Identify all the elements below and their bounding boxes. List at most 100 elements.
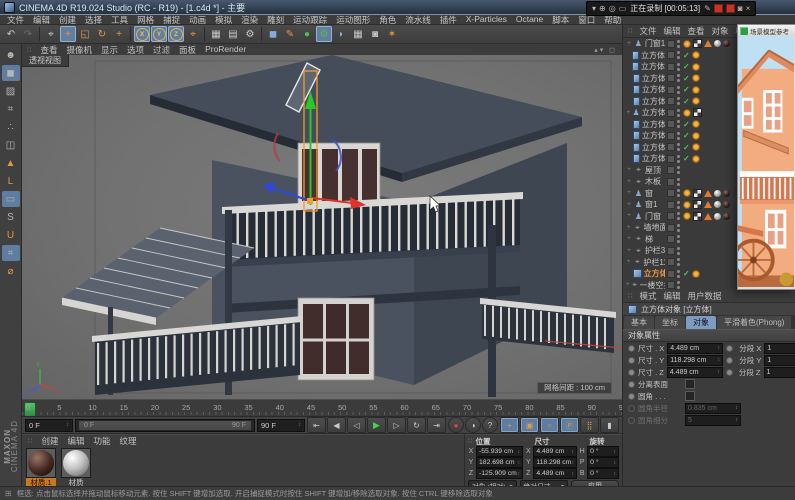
menu-item[interactable]: 创建: [59, 14, 76, 26]
redo-button[interactable]: ↷: [20, 26, 36, 42]
visibility-dots-icon[interactable]: [677, 224, 681, 232]
attribute-tab[interactable]: 对象: [686, 316, 716, 329]
enabled-check-icon[interactable]: ✓: [683, 97, 690, 106]
material-item[interactable]: 材质.1: [26, 448, 56, 487]
screenshot-icon[interactable]: ◙: [738, 4, 743, 13]
material-item[interactable]: 材质: [61, 448, 91, 487]
attribute-tab[interactable]: 坐标: [655, 316, 685, 329]
layer-swatch[interactable]: [667, 120, 675, 129]
keyframe-dot-icon[interactable]: [628, 380, 635, 388]
tag-dot-icon[interactable]: [683, 39, 691, 48]
pen-tool-icon[interactable]: ✎: [704, 4, 711, 13]
tag-matD-icon[interactable]: [723, 189, 730, 197]
expand-icon[interactable]: +: [626, 236, 632, 242]
tag-matL-icon[interactable]: [714, 189, 721, 197]
segments-z-field[interactable]: 1: [763, 366, 795, 378]
key-scale-toggle[interactable]: ▣: [520, 417, 539, 433]
attribute-tab[interactable]: 平滑着色(Phong): [717, 316, 792, 329]
menu-item[interactable]: 编辑: [663, 25, 680, 37]
visibility-dots-icon[interactable]: [677, 201, 681, 209]
enabled-check-icon[interactable]: ✓: [683, 74, 690, 83]
tag-matL-icon[interactable]: [714, 40, 721, 48]
tag-dot-icon[interactable]: [683, 200, 691, 209]
enabled-check-icon[interactable]: ✓: [683, 120, 690, 129]
object-name[interactable]: 立方体.9: [642, 73, 665, 84]
layer-swatch[interactable]: [667, 269, 675, 278]
menu-item[interactable]: 文件: [639, 25, 656, 37]
segments-y-field[interactable]: 1: [764, 354, 795, 366]
subdivision-surface-button[interactable]: ●: [299, 26, 315, 42]
key-pla-toggle[interactable]: ⣿: [580, 417, 599, 433]
attribute-tab[interactable]: 基本: [624, 316, 654, 329]
deformer-button[interactable]: ⚙: [316, 26, 332, 42]
lock-y-axis-button[interactable]: Y: [151, 26, 167, 42]
menu-item[interactable]: 渲染: [241, 14, 258, 26]
menu-item[interactable]: 雕刻: [267, 14, 284, 26]
expand-icon[interactable]: +: [626, 41, 632, 47]
menu-item[interactable]: ProRender: [205, 44, 246, 56]
menu-item[interactable]: 捕捉: [163, 14, 180, 26]
menu-item[interactable]: Octane: [516, 14, 543, 26]
light-button[interactable]: ✶: [384, 26, 400, 42]
object-name[interactable]: 屋顶: [645, 165, 661, 176]
loop-mode-button[interactable]: ↻: [407, 417, 426, 433]
menu-item[interactable]: 工具: [111, 14, 128, 26]
model-mode-button[interactable]: ◼: [1, 65, 20, 81]
move-tool[interactable]: +: [60, 26, 76, 42]
render-view-button[interactable]: ▦: [208, 26, 224, 42]
edges-mode-button[interactable]: ◫: [2, 137, 20, 153]
tag-dot-icon[interactable]: [691, 120, 700, 129]
camera-button[interactable]: ◙: [367, 26, 383, 42]
rotation-field[interactable]: 0 ° ↕: [587, 468, 619, 479]
viewport-solo-button[interactable]: ▭: [1, 191, 20, 207]
object-name[interactable]: 立方体.7: [642, 96, 665, 107]
position-field[interactable]: -55.939 cm ↕: [476, 446, 524, 457]
menu-item[interactable]: 文件: [7, 14, 24, 26]
tag-tri-icon[interactable]: [704, 40, 712, 48]
segments-x-field[interactable]: 1: [764, 342, 795, 354]
tag-uvw-icon[interactable]: [693, 200, 702, 210]
lock-x-axis-button[interactable]: X: [134, 26, 150, 42]
tag-dot-icon[interactable]: [683, 108, 691, 117]
keyframe-dot-icon[interactable]: [628, 344, 635, 352]
tag-uvw-icon[interactable]: [693, 188, 702, 198]
previous-frame-button[interactable]: ◁: [347, 417, 366, 433]
visibility-dots-icon[interactable]: [677, 178, 681, 186]
layer-swatch[interactable]: [667, 246, 675, 255]
reference-image-window[interactable]: 场景模型参考: [732, 24, 795, 290]
play-button[interactable]: ▶: [367, 417, 386, 433]
visibility-dots-icon[interactable]: [677, 40, 681, 48]
current-frame-field[interactable]: 0 F: [25, 418, 73, 432]
layer-swatch[interactable]: [667, 143, 675, 152]
autokey-bar[interactable]: ▮: [600, 417, 619, 433]
end-frame-field[interactable]: 90 F: [257, 418, 305, 432]
object-name[interactable]: 一楼空护栏: [640, 280, 665, 290]
menu-item[interactable]: 动画: [189, 14, 206, 26]
expand-icon[interactable]: +: [626, 110, 631, 116]
close-icon[interactable]: ×: [746, 4, 751, 13]
visibility-dots-icon[interactable]: [677, 166, 681, 174]
menu-item[interactable]: 过滤: [153, 44, 170, 56]
size-field[interactable]: 4.489 cm ↕: [533, 446, 578, 457]
live-selection-tool[interactable]: ⌖: [43, 26, 59, 42]
add-primitive-button[interactable]: ◼: [265, 26, 281, 42]
tag-matL-icon[interactable]: [714, 212, 721, 220]
layer-swatch[interactable]: [667, 281, 675, 290]
environment-button[interactable]: ◗: [333, 26, 349, 42]
tag-dot-icon[interactable]: [691, 51, 700, 60]
enabled-check-icon[interactable]: ✓: [683, 85, 690, 94]
visibility-dots-icon[interactable]: [677, 86, 681, 94]
expand-icon[interactable]: +: [626, 259, 631, 265]
lock-z-axis-button[interactable]: Z: [168, 26, 184, 42]
tag-uvw-icon[interactable]: [693, 108, 702, 118]
visibility-dots-icon[interactable]: [677, 189, 681, 197]
tag-tri-icon[interactable]: [704, 212, 712, 220]
size-x-field[interactable]: 4.489 cm: [667, 342, 724, 354]
tag-dot-icon[interactable]: [691, 85, 700, 94]
visibility-dots-icon[interactable]: [677, 63, 681, 71]
menu-item[interactable]: 编辑: [663, 290, 680, 302]
visibility-dots-icon[interactable]: [677, 212, 681, 220]
enabled-check-icon[interactable]: ✓: [683, 62, 690, 71]
tag-dot-icon[interactable]: [683, 189, 691, 198]
menu-item[interactable]: 编辑: [33, 14, 50, 26]
